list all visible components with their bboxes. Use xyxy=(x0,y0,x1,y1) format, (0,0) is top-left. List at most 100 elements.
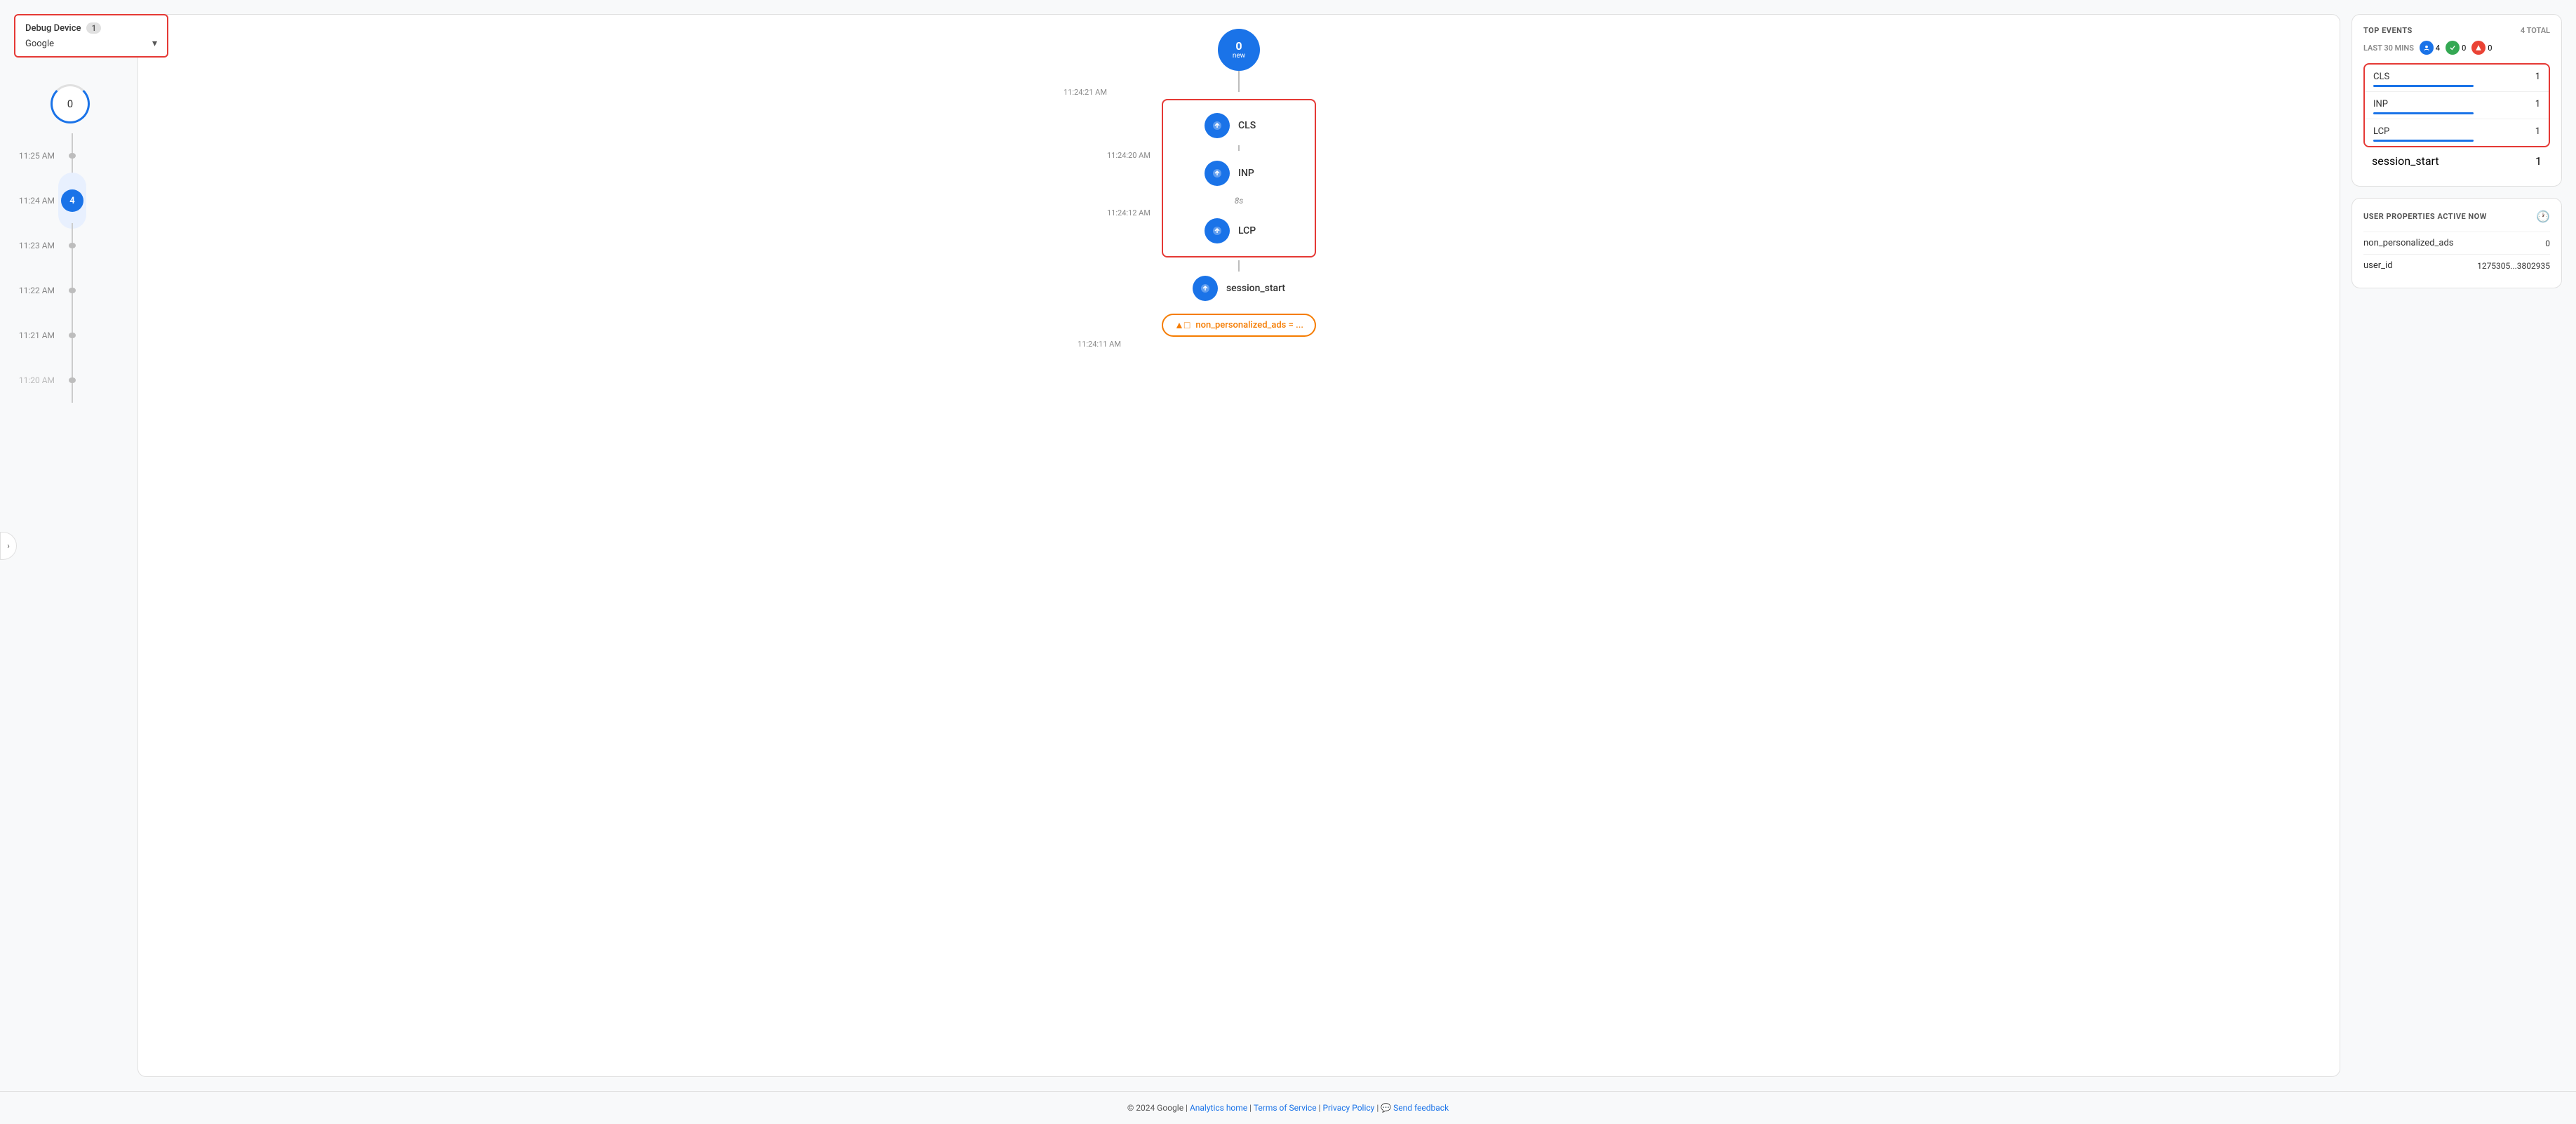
session-start-row-count: 1 xyxy=(2535,154,2542,168)
top-events-header: TOP EVENTS 4 TOTAL xyxy=(2363,26,2550,35)
debug-device-panel: Debug Device 1 Google ▾ xyxy=(14,14,168,58)
footer-analytics-home[interactable]: Analytics home xyxy=(1190,1103,1247,1113)
lcp-row-count: 1 xyxy=(2535,126,2540,137)
cls-bar xyxy=(2373,85,2474,87)
icon-badge-orange: 0 xyxy=(2471,41,2492,55)
right-panel: TOP EVENTS 4 TOTAL LAST 30 MINS 4 0 xyxy=(2352,14,2562,1077)
timeline-time-1120: 11:20 AM xyxy=(14,375,62,385)
event-inp[interactable]: INP xyxy=(1205,156,1273,190)
orange-circle-icon xyxy=(2471,41,2486,55)
cls-label: CLS xyxy=(1238,120,1273,131)
user-props-header: USER PROPERTIES ACTIVE NOW 🕐 xyxy=(2363,210,2550,223)
timestamp-1: 11:24:21 AM xyxy=(1064,88,1107,97)
timeline-time-1124: 11:24 AM xyxy=(14,196,62,206)
inp-label: INP xyxy=(1238,168,1273,179)
top-events-total: 4 TOTAL xyxy=(2521,26,2550,35)
new-label: new xyxy=(1233,52,1245,60)
npa-label: non_personalized_ads = ... xyxy=(1195,320,1303,330)
timestamp-2: 11:24:20 AM xyxy=(1107,151,1151,160)
event-row-lcp[interactable]: LCP 1 xyxy=(2365,119,2549,146)
event-flow-inner: 0 new 11:24:21 AM xyxy=(138,29,2340,340)
timeline-item-1121: 11:21 AM xyxy=(14,313,126,358)
footer-copyright: © 2024 Google xyxy=(1127,1103,1183,1113)
timeline-time-1125: 11:25 AM xyxy=(14,151,62,161)
session-start-label: session_start xyxy=(1226,283,1285,294)
user-prop-row-userid: user_id 1275305...3802935 xyxy=(2363,254,2550,276)
timestamp-3: 11:24:12 AM xyxy=(1107,208,1151,218)
event-duration: 8s xyxy=(1235,193,1244,208)
timeline-item-1123: 11:23 AM xyxy=(14,223,126,268)
event-cls[interactable]: CLS xyxy=(1205,109,1273,142)
debug-device-value: Google xyxy=(25,39,54,49)
npa-icon: ▲□ xyxy=(1174,319,1190,331)
lcp-row-name: LCP xyxy=(2373,126,2389,137)
history-icon: 🕐 xyxy=(2536,210,2550,223)
top-events-subrow: LAST 30 MINS 4 0 0 xyxy=(2363,41,2550,55)
session-start-row[interactable]: session_start 1 xyxy=(2363,147,2550,175)
timeline-time-1122: 11:22 AM xyxy=(14,286,62,295)
blue-count: 4 xyxy=(2436,44,2440,53)
user-prop-row-npa: non_personalized_ads 0 xyxy=(2363,232,2550,254)
debug-device-dropdown[interactable]: Google ▾ xyxy=(25,38,157,49)
user-props-title: USER PROPERTIES ACTIVE NOW xyxy=(2363,212,2487,221)
timestamp-4: 11:24:11 AM xyxy=(1078,340,1121,349)
feedback-icon: 💬 xyxy=(1381,1103,1391,1113)
orange-count: 0 xyxy=(2488,44,2492,53)
new-events-bubble: 0 new xyxy=(1218,29,1260,71)
cls-row-count: 1 xyxy=(2535,72,2540,82)
event-row-inp[interactable]: INP 1 xyxy=(2365,92,2549,119)
timeline-time-1121: 11:21 AM xyxy=(14,330,62,340)
footer-privacy[interactable]: Privacy Policy xyxy=(1322,1103,1374,1113)
user-properties-card: USER PROPERTIES ACTIVE NOW 🕐 non_persona… xyxy=(2352,198,2562,288)
green-count: 0 xyxy=(2462,44,2466,53)
timeline-item-1122: 11:22 AM xyxy=(14,268,126,313)
session-start-icon xyxy=(1193,276,1218,301)
debug-device-badge: 1 xyxy=(86,22,101,34)
npa-badge[interactable]: ▲□ non_personalized_ads = ... xyxy=(1162,314,1316,337)
inp-bar xyxy=(2373,112,2474,114)
timeline-time-1123: 11:23 AM xyxy=(14,241,62,250)
lcp-label: LCP xyxy=(1238,225,1273,236)
conn-cls-inp xyxy=(1238,145,1240,151)
blue-circle-icon xyxy=(2420,41,2434,55)
last-30-label: LAST 30 MINS xyxy=(2363,44,2414,53)
footer: © 2024 Google | Analytics home | Terms o… xyxy=(0,1091,2576,1124)
npa-prop-name: non_personalized_ads xyxy=(2363,238,2453,248)
inp-row-count: 1 xyxy=(2535,99,2540,109)
timeline-item-1125: 11:25 AM xyxy=(14,133,126,178)
events-list-box: CLS 1 INP 1 LC xyxy=(2363,63,2550,147)
chevron-down-icon: ▾ xyxy=(152,38,157,49)
inp-row-name: INP xyxy=(2373,99,2388,109)
timeline-active-dot: 4 xyxy=(61,189,83,212)
top-events-card: TOP EVENTS 4 TOTAL LAST 30 MINS 4 0 xyxy=(2352,14,2562,187)
cls-row-name: CLS xyxy=(2373,72,2389,82)
event-row-cls[interactable]: CLS 1 xyxy=(2365,65,2549,91)
footer-terms[interactable]: Terms of Service xyxy=(1254,1103,1317,1113)
npa-prop-value: 0 xyxy=(2545,239,2550,248)
timeline-section: 0 11:25 AM 11:24 AM xyxy=(14,84,126,1077)
top-events-title: TOP EVENTS xyxy=(2363,26,2413,35)
green-circle-icon xyxy=(2446,41,2460,55)
lcp-bar xyxy=(2373,140,2474,142)
timeline-items: 11:25 AM 11:24 AM 4 xyxy=(14,133,126,403)
timeline-item-1120: 11:20 AM xyxy=(14,358,126,403)
inp-icon xyxy=(1205,161,1230,186)
userid-prop-value: 1275305...3802935 xyxy=(2477,261,2550,271)
event-lcp[interactable]: LCP xyxy=(1205,214,1273,248)
debug-device-title: Debug Device 1 xyxy=(25,22,157,34)
connector-line-1 xyxy=(1238,71,1240,92)
event-flow-section: 0 new 11:24:21 AM xyxy=(137,14,2340,1077)
connector-line-2 xyxy=(1238,260,1240,272)
cls-icon xyxy=(1205,113,1230,138)
session-start-row-name: session_start xyxy=(2372,154,2439,168)
icon-badge-blue: 4 xyxy=(2420,41,2440,55)
lcp-icon xyxy=(1205,218,1230,243)
icon-badge-green: 0 xyxy=(2446,41,2466,55)
event-session-start[interactable]: session_start xyxy=(1193,272,1285,305)
debug-device-label: Debug Device xyxy=(25,23,81,34)
chevron-left-icon: › xyxy=(7,541,10,551)
highlighted-events-box: CLS 11:24:20 AM INP xyxy=(1162,99,1316,257)
userid-prop-name: user_id xyxy=(2363,260,2393,271)
send-feedback-link[interactable]: Send feedback xyxy=(1393,1103,1449,1113)
timeline-top-circle: 0 xyxy=(51,84,90,123)
